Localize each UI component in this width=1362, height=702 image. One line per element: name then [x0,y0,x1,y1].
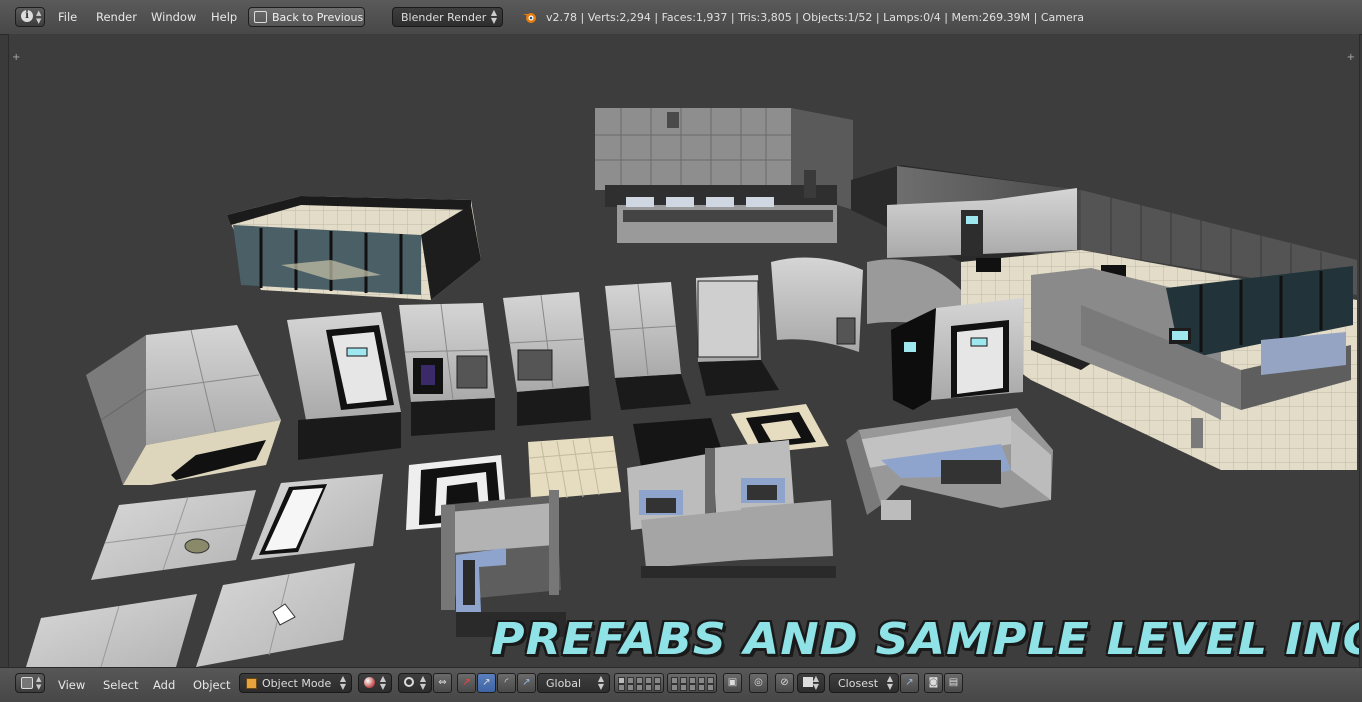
opengl-render-animation-button[interactable]: ▤ [944,673,963,693]
floor-tile-prefab [91,490,256,580]
plain-wall-prefab [605,282,691,410]
translate-toggle[interactable]: ↗ [457,673,476,693]
snap-align-rotation-toggle[interactable]: ↗ [900,673,919,693]
mode-select[interactable]: Object Mode ▲ ▼ [239,673,352,693]
back-to-previous-button[interactable]: Back to Previous [248,7,365,27]
cubicle-prefab [846,408,1053,520]
floor-tile-prefab [528,436,621,501]
chevron-updown-icon: ▲ ▼ [419,674,426,691]
info-header: i ▲ ▼ File Render Window Help Back to Pre… [0,0,1362,35]
floor-tile-prefab [26,594,197,667]
render-engine-select[interactable]: Blender Render ▲ ▼ [392,7,503,27]
vent-wall-prefab [503,292,591,426]
chevron-updown-icon: ▲ ▼ [339,674,346,691]
snap-target-value: Closest [838,677,879,690]
rotate-toggle[interactable]: ↗ [477,673,496,693]
mode-value: Object Mode [262,677,332,690]
arrow-icon: ↗ [522,677,531,688]
scene-stats: v2.78 | Verts:2,294 | Faces:1,937 | Tris… [546,11,1085,24]
orientation-value: Global [546,677,582,690]
snap-target-select[interactable]: Closest ▲ ▼ [829,673,899,693]
glass-office-prefab [227,196,481,300]
manipulator-toggle[interactable]: ⇔ [433,673,452,693]
rotate-icon: ↗ [482,677,491,688]
lock-camera-toggle[interactable]: ▣ [723,673,742,693]
3d-viewport[interactable]: + + PREFABS AND SAMPLE LEVEL IN [8,34,1360,667]
editor-type-button[interactable]: ▲ ▼ [15,673,45,693]
menu-render[interactable]: Render [96,10,137,24]
floor-tile-prefab [251,474,383,560]
chevron-updown-icon: ▲ ▼ [812,674,819,691]
chevron-updown-icon: ▲ ▼ [597,674,604,691]
chevron-updown-icon: ▲ ▼ [36,9,42,25]
vent-wall-prefab [399,303,495,436]
viewport-shading-icon [364,677,375,688]
orientation-select[interactable]: Global ▲ ▼ [537,673,610,693]
back-to-previous-label: Back to Previous [272,11,364,24]
translate-icon: ↗ [462,677,471,688]
3d-view-header: ▲ ▼ View Select Add Object Object Mode ▲ ▼… [0,667,1362,702]
snap-target-icon [803,677,813,687]
chevron-updown-icon: ▲ ▼ [379,674,386,691]
manipulator-icon: ⇔ [438,677,447,688]
proportional-edit-toggle[interactable]: ◎ [749,673,768,693]
door-wall-prefab [287,312,401,460]
scale-icon: ◜ [504,677,509,688]
viewport-shading-select[interactable]: ▲ ▼ [358,673,392,693]
editor-type-button[interactable]: i ▲ ▼ [15,7,45,27]
menu-window[interactable]: Window [151,10,196,24]
proportional-edit-icon: ◎ [754,677,763,688]
scale-toggle[interactable]: ◜ [497,673,516,693]
control-room-prefab [595,108,853,243]
layers-grid[interactable] [614,673,664,693]
chevron-updown-icon: ▲ ▼ [490,8,497,25]
menu-help[interactable]: Help [211,10,237,24]
layers-grid-2[interactable] [667,673,717,693]
blender-logo-icon [523,13,536,23]
snap-toggle[interactable]: ⊘ [775,673,794,693]
menu-view[interactable]: View [58,678,85,692]
camera-icon: ◙ [928,677,939,688]
cube-icon [21,677,33,689]
back-icon [254,11,267,23]
promo-banner-text: PREFABS AND SAMPLE LEVEL INCLUDED [491,614,1359,665]
snap-element-select[interactable]: ▲ ▼ [797,673,825,693]
shutter-wall-prefab [696,275,779,396]
align-icon: ↗ [905,677,914,688]
transform-space-toggle[interactable]: ↗ [517,673,536,693]
info-icon: i [21,10,33,22]
menu-select[interactable]: Select [103,678,138,692]
scene-render [26,108,1357,667]
object-cube-icon [246,678,257,689]
menu-object[interactable]: Object [193,678,230,692]
chevron-updown-icon: ▲ ▼ [886,674,893,691]
menu-add[interactable]: Add [153,678,175,692]
snap-magnet-icon: ⊘ [780,677,789,688]
floor-tile-prefab [196,563,355,667]
render-engine-value: Blender Render [401,11,487,24]
chevron-updown-icon: ▲ ▼ [36,675,42,691]
pivot-point-icon [404,677,414,687]
pivot-point-select[interactable]: ▲ ▼ [398,673,432,693]
lock-icon: ▣ [727,677,738,688]
menu-file[interactable]: File [58,10,77,24]
corner-wall-prefab [86,325,281,485]
opengl-render-button[interactable]: ◙ [924,673,943,693]
clapboard-icon: ▤ [948,677,959,688]
